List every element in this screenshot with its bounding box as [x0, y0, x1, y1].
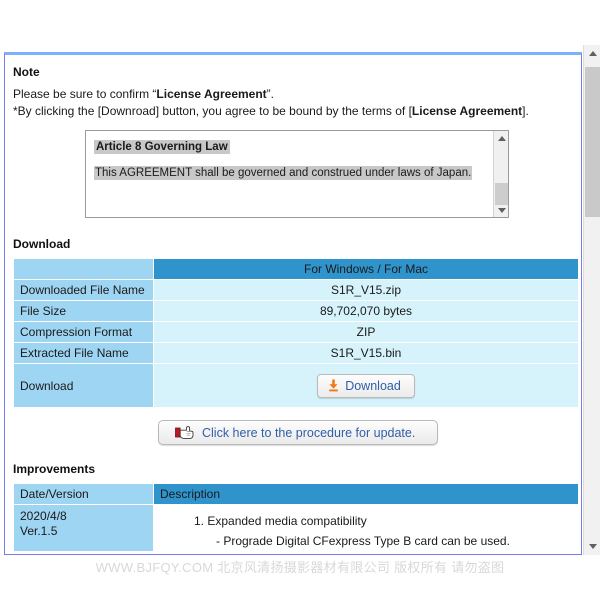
license-article-heading: Article 8 Governing Law [94, 140, 230, 154]
download-header-blank [14, 259, 154, 280]
row-label-file-size: File Size [14, 301, 154, 322]
download-button-label: Download [345, 379, 401, 393]
page-root: Note Please be sure to confirm “License … [0, 0, 600, 600]
improvements-row-version: Ver.1.5 [20, 524, 147, 539]
note-line-1-post: ”. [267, 87, 274, 101]
row-value-download-action: Download [154, 364, 579, 408]
page-scrollbar-thumb[interactable] [585, 67, 600, 217]
license-article-heading-wrap: Article 8 Governing Law [94, 137, 484, 157]
table-row: Extracted File Name S1R_V15.bin [14, 343, 579, 364]
license-agreement-text: Article 8 Governing Law This AGREEMENT s… [86, 131, 492, 181]
note-line-2-bold: License Agreement [412, 104, 522, 118]
row-label-extracted-file-name: Extracted File Name [14, 343, 154, 364]
page-scrollbar[interactable] [583, 45, 600, 555]
note-line-2-post: ]. [522, 104, 529, 118]
improvements-row-date-version: 2020/4/8 Ver.1.5 [14, 505, 154, 552]
pointing-hand-icon [175, 425, 194, 440]
table-row: Downloaded File Name S1R_V15.zip [14, 280, 579, 301]
row-label-download: Download [14, 364, 154, 408]
document-body: Note Please be sure to confirm “License … [5, 55, 581, 552]
improvements-row-date: 2020/4/8 [20, 509, 147, 524]
procedure-for-update-button[interactable]: Click here to the procedure for update. [158, 420, 438, 445]
license-scrollbar[interactable] [493, 131, 508, 217]
note-line-2-pre: *By clicking the [Downroad] button, you … [13, 104, 412, 118]
license-article-paragraph: This AGREEMENT shall be governed and con… [94, 166, 484, 181]
watermark-text: WWW.BJFQY.COM 北京风清扬摄影器材有限公司 版权所有 请勿盗图 [0, 557, 600, 576]
table-row: File Size 89,702,070 bytes [14, 301, 579, 322]
download-action-row: Download Download [14, 364, 579, 408]
procedure-button-label: Click here to the procedure for update. [202, 426, 415, 440]
improvements-table: Date/Version Description 2020/4/8 Ver.1.… [13, 483, 579, 552]
license-scrollbar-thumb[interactable] [495, 183, 508, 205]
improvements-heading: Improvements [13, 462, 573, 476]
license-scroll-up-icon[interactable] [494, 131, 509, 145]
download-table-header-row: For Windows / For Mac [14, 259, 579, 280]
download-header-platform: For Windows / For Mac [154, 259, 579, 280]
download-arrow-icon [328, 379, 339, 392]
download-button[interactable]: Download [317, 374, 415, 398]
row-value-file-size: 89,702,070 bytes [154, 301, 579, 322]
improvements-header-description: Description [154, 484, 579, 505]
note-line-2: *By clicking the [Downroad] button, you … [13, 103, 573, 120]
note-line-1-bold: License Agreement [156, 87, 266, 101]
row-label-downloaded-file-name: Downloaded File Name [14, 280, 154, 301]
improvements-header-row: Date/Version Description [14, 484, 579, 505]
note-line-1: Please be sure to confirm “License Agree… [13, 86, 573, 103]
table-row: 2020/4/8 Ver.1.5 1. Expanded media compa… [14, 505, 579, 552]
table-row: Compression Format ZIP [14, 322, 579, 343]
note-heading: Note [13, 65, 573, 79]
license-article-paragraph-text: This AGREEMENT shall be governed and con… [94, 166, 472, 180]
improvement-item-1: 1. Expanded media compatibility [194, 511, 572, 531]
browser-content-frame: Note Please be sure to confirm “License … [4, 52, 582, 555]
note-line-1-pre: Please be sure to confirm “ [13, 87, 156, 101]
license-scroll-down-icon[interactable] [494, 203, 509, 217]
improvement-item-1-sub: - Prograde Digital CFexpress Type B card… [194, 531, 572, 551]
row-value-downloaded-file-name: S1R_V15.zip [154, 280, 579, 301]
download-table: For Windows / For Mac Downloaded File Na… [13, 258, 579, 408]
improvements-header-date-version: Date/Version [14, 484, 154, 505]
row-value-compression-format: ZIP [154, 322, 579, 343]
download-heading: Download [13, 237, 573, 251]
page-scroll-up-icon[interactable] [584, 45, 600, 62]
row-label-compression-format: Compression Format [14, 322, 154, 343]
license-agreement-box[interactable]: Article 8 Governing Law This AGREEMENT s… [85, 130, 509, 218]
improvements-row-description: 1. Expanded media compatibility - Progra… [154, 505, 579, 552]
page-scroll-down-icon[interactable] [584, 538, 600, 555]
row-value-extracted-file-name: S1R_V15.bin [154, 343, 579, 364]
